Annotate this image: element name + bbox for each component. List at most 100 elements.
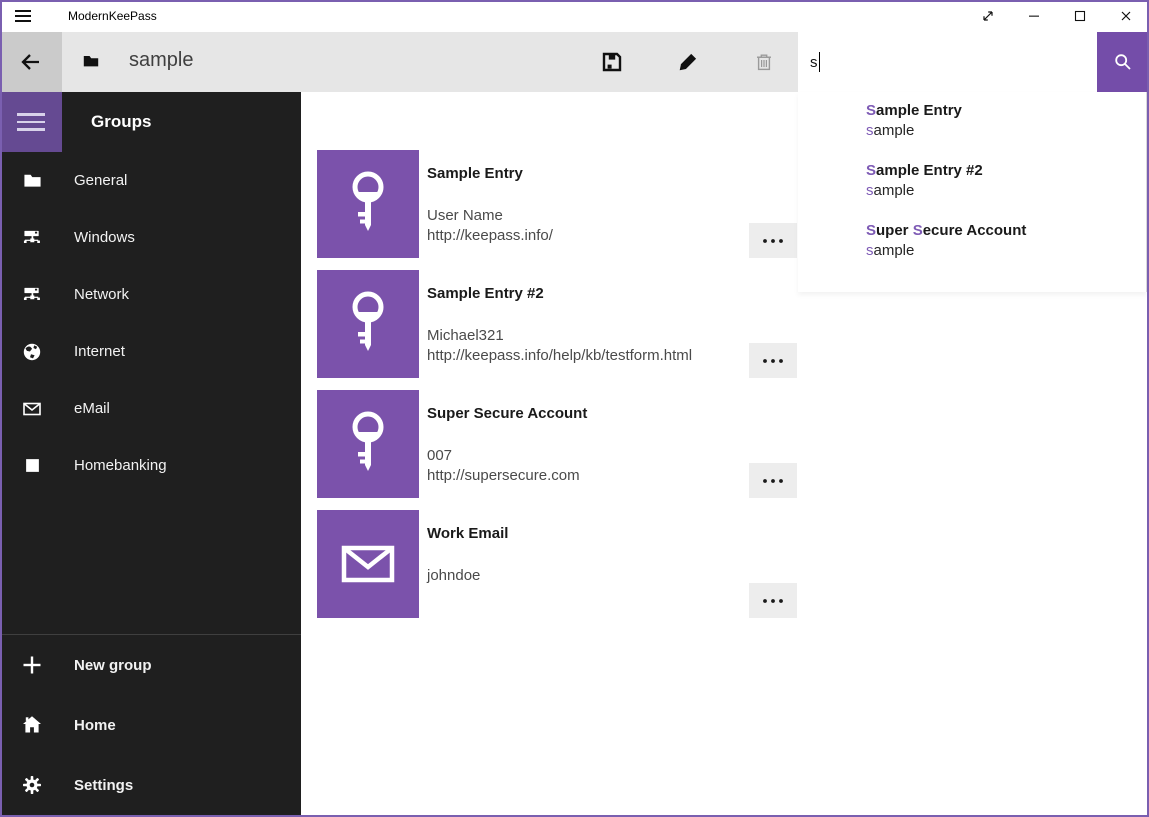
entry-text: Sample Entry User Name http://keepass.in… — [427, 164, 737, 246]
edit-pencil-icon — [678, 52, 698, 72]
sidebar-item-label: Settings — [74, 777, 133, 794]
titlebar-menu-button[interactable] — [0, 0, 46, 32]
entry-title: Sample Entry — [427, 164, 737, 184]
entry-url: http://supersecure.com — [427, 466, 737, 486]
entry-username: Michael321 — [427, 326, 737, 346]
entry-row[interactable]: Sample Entry User Name http://keepass.in… — [317, 150, 797, 258]
sidebar-item-windows[interactable]: Windows — [0, 209, 301, 266]
minimize-icon — [1026, 8, 1042, 24]
more-ellipsis-icon — [761, 477, 785, 485]
entry-url: http://keepass.info/ — [427, 226, 737, 246]
sidebar-item-label: Homebanking — [74, 457, 167, 474]
sidebar-item-home[interactable]: Home — [0, 695, 301, 755]
fullscreen-icon — [980, 8, 996, 24]
entry-url: http://keepass.info/help/kb/testform.htm… — [427, 346, 737, 366]
suggestion-item[interactable]: Sample Entry #2 sample — [798, 158, 1146, 218]
key-icon — [337, 290, 399, 358]
database-title: sample — [129, 49, 193, 72]
fullscreen-button[interactable] — [965, 0, 1011, 32]
close-button[interactable] — [1103, 0, 1149, 32]
suggestion-title: Sample Entry #2 — [866, 161, 1134, 181]
entry-text: Super Secure Account 007 http://supersec… — [427, 404, 737, 486]
minimize-button[interactable] — [1011, 0, 1057, 32]
entry-row[interactable]: Sample Entry #2 Michael321 http://keepas… — [317, 270, 797, 378]
text-caret — [819, 52, 820, 72]
save-icon — [602, 52, 622, 72]
sidebar-item-label: Home — [74, 717, 116, 734]
entry-text: Work Email johndoe — [427, 524, 737, 586]
entry-username: johndoe — [427, 566, 737, 586]
network-icon — [22, 285, 42, 305]
sidebar-header: Groups — [0, 92, 301, 152]
suggestion-subtitle: sample — [866, 121, 1134, 141]
entry-username: 007 — [427, 446, 737, 466]
sidebar-title: Groups — [91, 92, 151, 152]
key-icon — [337, 410, 399, 478]
suggestion-title: Sample Entry — [866, 101, 1134, 121]
edit-button[interactable] — [664, 32, 712, 92]
save-button[interactable] — [588, 32, 636, 92]
entry-text: Sample Entry #2 Michael321 http://keepas… — [427, 284, 737, 366]
sidebar-bottom: New group Home — [0, 634, 301, 815]
command-bar: sample s — [0, 32, 1149, 92]
settings-gear-icon — [22, 775, 42, 795]
more-ellipsis-icon — [761, 237, 785, 245]
maximize-button[interactable] — [1057, 0, 1103, 32]
hamburger-icon — [17, 113, 45, 116]
more-ellipsis-icon — [761, 357, 785, 365]
entry-tile — [317, 150, 419, 258]
sidebar-item-label: Internet — [74, 343, 125, 360]
suggestion-item[interactable]: Super Secure Account sample — [798, 218, 1146, 278]
folder-icon — [22, 171, 42, 191]
search-suggestions-panel: Sample Entry sample Sample Entry #2 samp… — [798, 92, 1147, 292]
entry-more-button[interactable] — [749, 583, 797, 618]
sidebar-item-email[interactable]: eMail — [0, 380, 301, 437]
mail-icon — [22, 399, 42, 419]
back-arrow-icon — [19, 50, 43, 74]
close-icon — [1118, 8, 1134, 24]
entry-list: Sample Entry User Name http://keepass.in… — [317, 150, 797, 630]
sidebar-item-general[interactable]: General — [0, 152, 301, 209]
sidebar-item-network[interactable]: Network — [0, 266, 301, 323]
sidebar-item-internet[interactable]: Internet — [0, 323, 301, 380]
sidebar-item-label: General — [74, 172, 127, 189]
search-input[interactable]: s — [798, 32, 1097, 92]
sidebar-item-label: New group — [74, 657, 152, 674]
suggestion-subtitle: sample — [866, 241, 1134, 261]
entry-title: Work Email — [427, 524, 737, 544]
delete-trash-icon — [754, 52, 774, 72]
entry-more-button[interactable] — [749, 343, 797, 378]
maximize-icon — [1072, 8, 1088, 24]
delete-button[interactable] — [740, 32, 788, 92]
entry-more-button[interactable] — [749, 223, 797, 258]
caption-buttons — [965, 0, 1149, 32]
entry-more-button[interactable] — [749, 463, 797, 498]
entry-tile — [317, 390, 419, 498]
sidebar-item-label: Network — [74, 286, 129, 303]
app-window: ModernKeePass — [0, 0, 1149, 817]
entry-tile — [317, 270, 419, 378]
hamburger-icon — [15, 10, 31, 12]
globe-icon — [22, 342, 42, 362]
entry-title: Super Secure Account — [427, 404, 737, 424]
search-button[interactable] — [1097, 32, 1149, 92]
key-icon — [337, 170, 399, 238]
more-ellipsis-icon — [761, 597, 785, 605]
sidebar-item-homebanking[interactable]: Homebanking — [0, 437, 301, 494]
suggestion-item[interactable]: Sample Entry sample — [798, 98, 1146, 158]
network-icon — [22, 228, 42, 248]
entry-row[interactable]: Super Secure Account 007 http://supersec… — [317, 390, 797, 498]
sidebar-menu-button[interactable] — [0, 92, 62, 152]
sidebar-item-settings[interactable]: Settings — [0, 755, 301, 815]
entry-username: User Name — [427, 206, 737, 226]
suggestion-subtitle: sample — [866, 181, 1134, 201]
entry-row[interactable]: Work Email johndoe — [317, 510, 797, 618]
search-input-value: s — [810, 54, 818, 71]
suggestion-title: Super Secure Account — [866, 221, 1134, 241]
sidebar-item-label: eMail — [74, 400, 110, 417]
sidebar-item-new-group[interactable]: New group — [0, 635, 301, 695]
sidebar-item-label: Windows — [74, 229, 135, 246]
add-icon — [22, 655, 42, 675]
square-icon — [22, 456, 42, 476]
back-button[interactable] — [0, 32, 62, 92]
